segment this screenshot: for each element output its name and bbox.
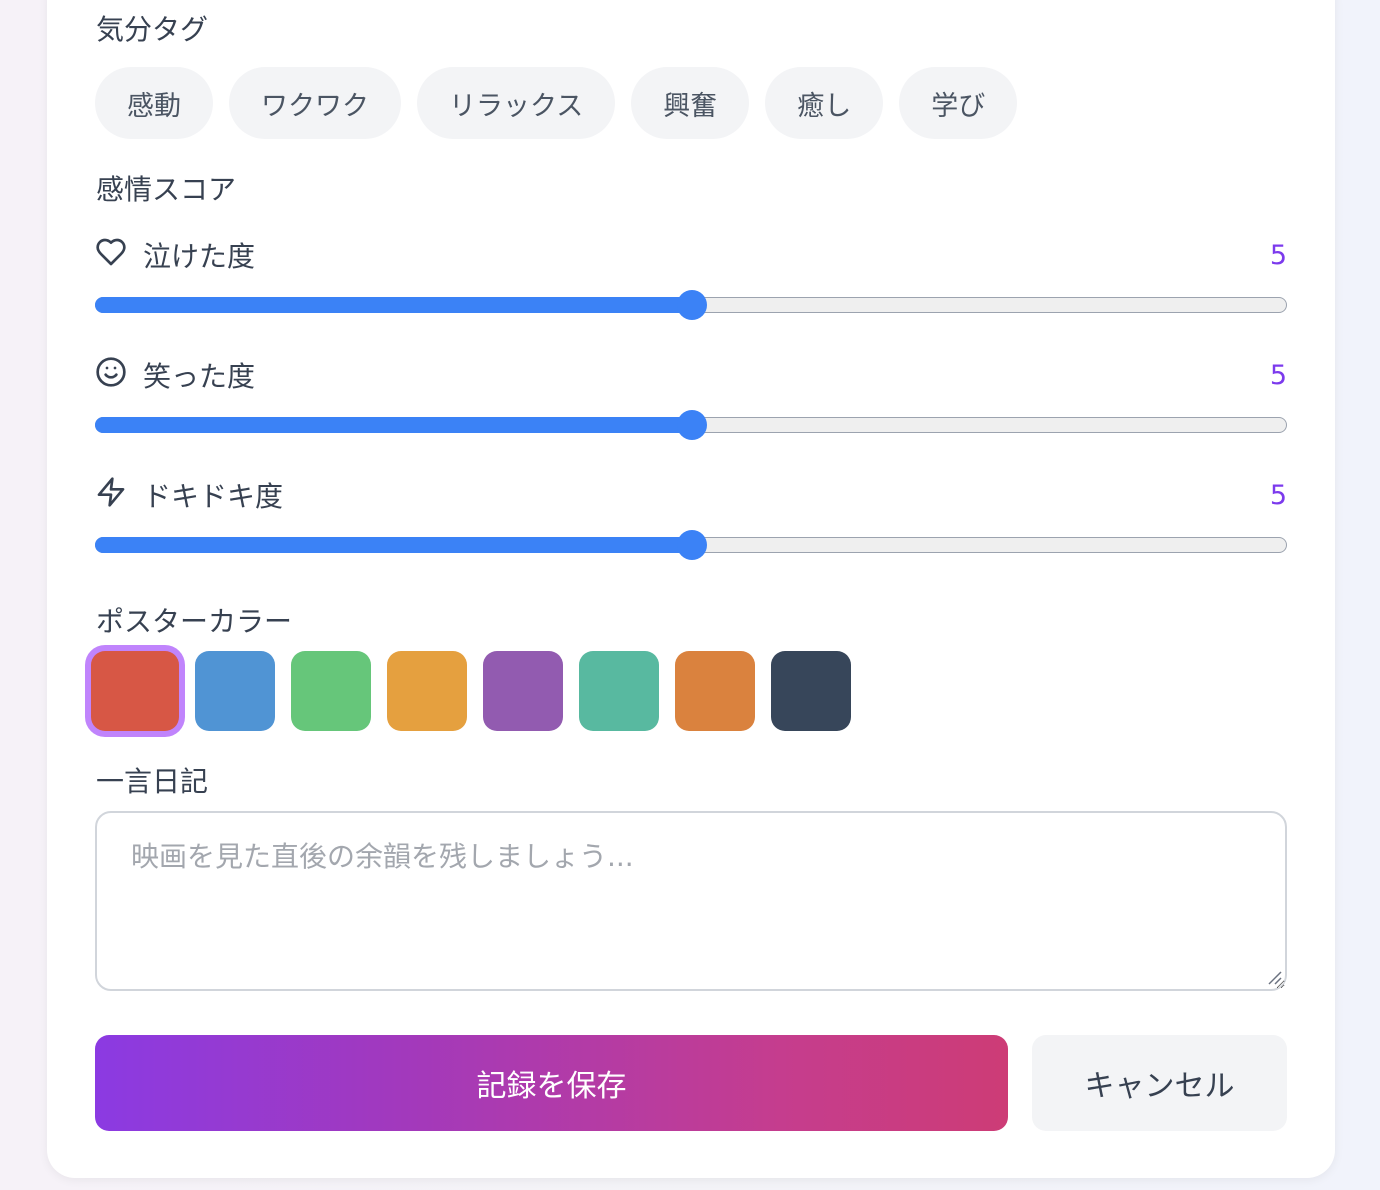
- thrill-score-value: 5: [1269, 479, 1287, 511]
- cry-score-value: 5: [1269, 239, 1287, 271]
- thrill-score-slider[interactable]: [95, 530, 1287, 560]
- thrill-score-slider-row: ドキドキ度 5: [95, 476, 1287, 560]
- color-swatch[interactable]: [579, 651, 659, 731]
- slider-thumb[interactable]: [677, 530, 707, 560]
- color-swatch[interactable]: [387, 651, 467, 731]
- color-swatch[interactable]: [91, 651, 179, 731]
- color-swatch[interactable]: [675, 651, 755, 731]
- resize-grip-icon[interactable]: [1266, 969, 1282, 985]
- mood-tag-chip[interactable]: 学び: [899, 67, 1018, 139]
- cry-score-slider[interactable]: [95, 290, 1287, 320]
- heart-icon: [95, 236, 127, 275]
- slider-fill: [95, 297, 691, 313]
- laugh-score-value: 5: [1269, 359, 1287, 391]
- cancel-button[interactable]: キャンセル: [1032, 1035, 1287, 1131]
- color-swatch[interactable]: [483, 651, 563, 731]
- record-form-card: [47, 0, 1335, 1178]
- color-swatch[interactable]: [771, 651, 851, 731]
- save-record-button[interactable]: 記録を保存: [95, 1035, 1008, 1131]
- diary-label: 一言日記: [96, 765, 209, 798]
- laugh-score-slider[interactable]: [95, 410, 1287, 440]
- slider-thumb[interactable]: [677, 410, 707, 440]
- cry-score-slider-row: 泣けた度 5: [95, 236, 1287, 320]
- slider-thumb[interactable]: [677, 290, 707, 320]
- emotion-score-label: 感情スコア: [96, 173, 237, 206]
- slider-fill: [95, 417, 691, 433]
- diary-textarea[interactable]: [95, 811, 1287, 991]
- mood-tags-label: 気分タグ: [96, 13, 209, 46]
- mood-tag-list: 感動 ワクワク リラックス 興奮 癒し 学び: [95, 67, 1018, 139]
- mood-tag-chip[interactable]: 興奮: [631, 67, 750, 139]
- smile-icon: [95, 356, 127, 395]
- laugh-score-label: 笑った度: [143, 360, 256, 393]
- color-swatch[interactable]: [195, 651, 275, 731]
- slider-fill: [95, 537, 691, 553]
- poster-color-swatches: [91, 651, 851, 731]
- mood-tag-chip[interactable]: リラックス: [417, 67, 616, 139]
- laugh-score-slider-row: 笑った度 5: [95, 356, 1287, 440]
- color-swatch[interactable]: [291, 651, 371, 731]
- mood-tag-chip[interactable]: 感動: [95, 67, 213, 139]
- mood-tag-chip[interactable]: ワクワク: [229, 67, 401, 139]
- thrill-score-label: ドキドキ度: [143, 480, 284, 513]
- cry-score-label: 泣けた度: [143, 240, 256, 273]
- poster-color-label: ポスターカラー: [96, 605, 293, 638]
- zap-icon: [95, 476, 127, 515]
- mood-tag-chip[interactable]: 癒し: [765, 67, 884, 139]
